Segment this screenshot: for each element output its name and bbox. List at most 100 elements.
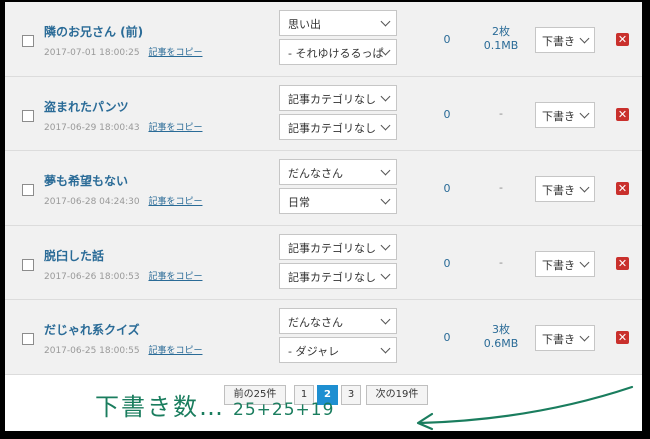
chevron-down-icon	[380, 165, 391, 176]
category-value: 記事カテゴリなし	[288, 241, 376, 255]
post-date: 2017-07-01 18:00:25	[44, 48, 140, 58]
post-title-link[interactable]: 盗まれたパンツ	[44, 98, 129, 115]
media-size: 0.1MB	[483, 39, 519, 52]
post-date: 2017-06-28 04:24:30	[44, 197, 140, 208]
copy-post-link[interactable]: 記事をコピー	[148, 123, 202, 133]
media-info: -	[499, 255, 503, 269]
theme-select[interactable]: 記事カテゴリなし	[279, 262, 397, 289]
chevron-down-icon	[579, 108, 590, 119]
theme-select[interactable]: 日常	[279, 188, 397, 215]
post-list: 隣のお兄さん (前) 2017-07-01 18:00:25 記事をコピー 思い…	[5, 2, 642, 375]
category-select[interactable]: 記事カテゴリなし	[279, 233, 397, 260]
comment-count[interactable]: 0	[435, 331, 459, 344]
post-date: 2017-06-25 18:00:55	[44, 346, 140, 357]
comment-count[interactable]: 0	[435, 108, 459, 121]
status-select[interactable]: 下書き	[535, 101, 595, 128]
category-select[interactable]: だんなさん	[279, 159, 397, 186]
delete-icon[interactable]: ✕	[616, 331, 629, 345]
post-date: 2017-06-26 18:00:53	[44, 271, 140, 282]
copy-post-link[interactable]: 記事をコピー	[148, 48, 202, 58]
category-select[interactable]: 記事カテゴリなし	[279, 84, 397, 111]
delete-icon[interactable]: ✕	[616, 33, 629, 46]
post-meta: 2017-06-29 18:00:43 記事をコピー	[44, 120, 202, 133]
category-value: 記事カテゴリなし	[288, 92, 376, 106]
category-value: 思い出	[288, 18, 321, 31]
category-value: だんなさん	[288, 167, 343, 181]
status-select[interactable]: 下書き	[535, 176, 595, 203]
post-meta: 2017-06-25 18:00:55 記事をコピー	[44, 343, 202, 356]
theme-value: 日常	[288, 196, 310, 210]
post-meta: 2017-06-28 04:24:30 記事をコピー	[44, 194, 202, 207]
chevron-down-icon	[380, 269, 391, 280]
category-value: だんなさん	[288, 316, 343, 330]
chevron-down-icon	[579, 331, 590, 342]
media-count: 3枚	[492, 323, 510, 337]
arrow-icon	[416, 385, 634, 431]
media-info: -	[499, 181, 503, 195]
status-value: 下書き	[542, 184, 575, 198]
category-select[interactable]: 思い出	[279, 10, 397, 36]
delete-icon[interactable]: ✕	[616, 182, 629, 196]
row-checkbox[interactable]	[22, 258, 34, 271]
draft-list-panel: 隣のお兄さん (前) 2017-07-01 18:00:25 記事をコピー 思い…	[5, 2, 642, 431]
chevron-down-icon	[579, 33, 590, 44]
theme-value: - ダジャレ	[288, 345, 340, 359]
annotation-label: 下書き数…	[95, 393, 225, 421]
chevron-down-icon	[579, 182, 590, 193]
status-select[interactable]: 下書き	[535, 250, 595, 277]
comment-count[interactable]: 0	[435, 182, 459, 195]
chevron-down-icon	[380, 314, 391, 325]
chevron-down-icon	[380, 194, 391, 205]
theme-select[interactable]: 記事カテゴリなし	[279, 113, 397, 140]
post-title-link[interactable]: 夢も希望もない	[44, 172, 128, 189]
comment-count[interactable]: 0	[435, 257, 459, 270]
chevron-down-icon	[380, 240, 391, 251]
theme-value: 記事カテゴリなし	[288, 121, 376, 135]
status-value: 下書き	[542, 333, 575, 347]
post-row: だじゃれ系クイズ 2017-06-25 18:00:55 記事をコピー だんなさ…	[5, 300, 642, 375]
theme-value: - それゆけるるっぱ	[288, 47, 384, 60]
post-row: 脱臼した話 2017-06-26 18:00:53 記事をコピー 記事カテゴリな…	[5, 225, 642, 301]
status-value: 下書き	[542, 35, 575, 48]
delete-icon[interactable]: ✕	[616, 256, 629, 270]
post-row: 隣のお兄さん (前) 2017-07-01 18:00:25 記事をコピー 思い…	[5, 2, 642, 77]
post-meta: 2017-06-26 18:00:53 記事をコピー	[44, 269, 202, 282]
copy-post-link[interactable]: 記事をコピー	[148, 346, 202, 356]
chevron-down-icon	[380, 91, 391, 102]
media-count: 2枚	[492, 25, 510, 38]
copy-post-link[interactable]: 記事をコピー	[148, 197, 202, 207]
post-title-link[interactable]: 脱臼した話	[44, 247, 104, 264]
media-info[interactable]: 3枚 0.6MB	[475, 323, 527, 351]
chevron-down-icon	[380, 120, 391, 131]
theme-select[interactable]: - ダジャレ	[279, 337, 397, 364]
row-checkbox[interactable]	[22, 184, 34, 197]
chevron-down-icon	[380, 343, 391, 354]
delete-icon[interactable]: ✕	[616, 107, 629, 121]
media-info: -	[499, 106, 503, 120]
theme-select[interactable]: - それゆけるるっぱ	[279, 39, 397, 65]
status-value: 下書き	[542, 109, 575, 123]
status-select[interactable]: 下書き	[535, 27, 595, 53]
media-size: 0.6MB	[483, 337, 519, 351]
row-checkbox[interactable]	[22, 109, 34, 122]
row-checkbox[interactable]	[22, 333, 34, 346]
post-title-link[interactable]: だじゃれ系クイズ	[44, 321, 140, 338]
post-row: 夢も希望もない 2017-06-28 04:24:30 記事をコピー だんなさん…	[5, 151, 642, 226]
post-meta: 2017-07-01 18:00:25 記事をコピー	[44, 45, 202, 58]
annotation-formula: 25+25+19	[233, 400, 335, 420]
comment-count[interactable]: 0	[435, 33, 459, 46]
media-info[interactable]: 2枚 0.1MB	[475, 25, 527, 53]
status-value: 下書き	[542, 258, 575, 272]
page-button-3[interactable]: 3	[341, 385, 361, 405]
category-select[interactable]: だんなさん	[279, 308, 397, 335]
post-title-link[interactable]: 隣のお兄さん (前)	[44, 23, 143, 40]
handwritten-annotation: 下書き数… 25+25+19	[95, 387, 334, 422]
post-date: 2017-06-29 18:00:43	[44, 122, 140, 133]
chevron-down-icon	[380, 16, 391, 27]
row-checkbox[interactable]	[22, 35, 34, 47]
status-select[interactable]: 下書き	[535, 325, 595, 352]
copy-post-link[interactable]: 記事をコピー	[148, 272, 202, 282]
chevron-down-icon	[579, 257, 590, 268]
theme-value: 記事カテゴリなし	[288, 270, 376, 284]
post-row: 盗まれたパンツ 2017-06-29 18:00:43 記事をコピー 記事カテゴ…	[5, 76, 642, 152]
